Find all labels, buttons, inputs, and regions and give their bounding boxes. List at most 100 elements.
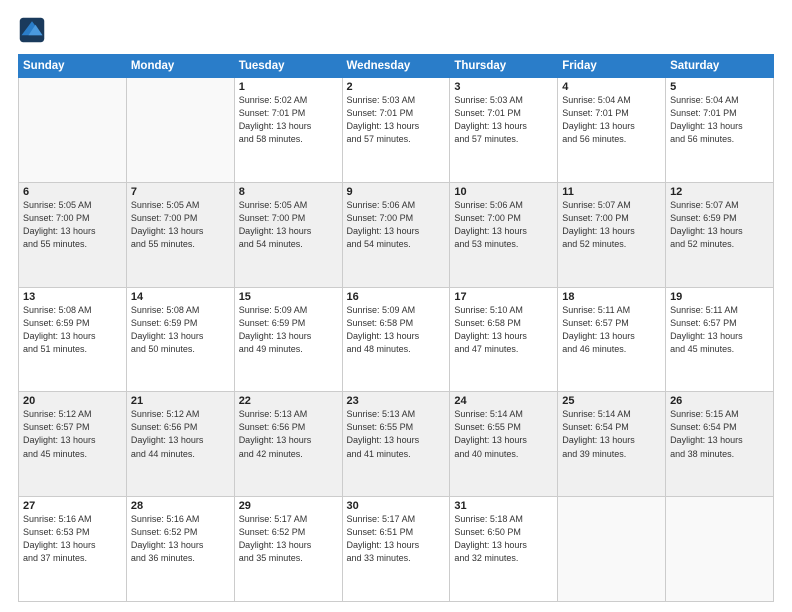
cell-info: Sunrise: 5:13 AM Sunset: 6:55 PM Dayligh… bbox=[347, 408, 446, 460]
cell-info: Sunrise: 5:08 AM Sunset: 6:59 PM Dayligh… bbox=[23, 304, 122, 356]
calendar-cell bbox=[558, 497, 666, 602]
cell-info: Sunrise: 5:17 AM Sunset: 6:51 PM Dayligh… bbox=[347, 513, 446, 565]
calendar-cell: 16Sunrise: 5:09 AM Sunset: 6:58 PM Dayli… bbox=[342, 287, 450, 392]
day-number: 11 bbox=[562, 186, 661, 198]
cell-info: Sunrise: 5:04 AM Sunset: 7:01 PM Dayligh… bbox=[562, 94, 661, 146]
day-number: 17 bbox=[454, 291, 553, 303]
day-number: 12 bbox=[670, 186, 769, 198]
day-number: 3 bbox=[454, 81, 553, 93]
cell-info: Sunrise: 5:05 AM Sunset: 7:00 PM Dayligh… bbox=[239, 199, 338, 251]
day-number: 7 bbox=[131, 186, 230, 198]
day-number: 22 bbox=[239, 395, 338, 407]
day-number: 16 bbox=[347, 291, 446, 303]
day-number: 18 bbox=[562, 291, 661, 303]
calendar-cell: 27Sunrise: 5:16 AM Sunset: 6:53 PM Dayli… bbox=[19, 497, 127, 602]
calendar-cell: 5Sunrise: 5:04 AM Sunset: 7:01 PM Daylig… bbox=[666, 78, 774, 183]
calendar-cell: 4Sunrise: 5:04 AM Sunset: 7:01 PM Daylig… bbox=[558, 78, 666, 183]
cell-info: Sunrise: 5:07 AM Sunset: 7:00 PM Dayligh… bbox=[562, 199, 661, 251]
cell-info: Sunrise: 5:16 AM Sunset: 6:53 PM Dayligh… bbox=[23, 513, 122, 565]
calendar-cell: 31Sunrise: 5:18 AM Sunset: 6:50 PM Dayli… bbox=[450, 497, 558, 602]
day-number: 13 bbox=[23, 291, 122, 303]
calendar-cell: 17Sunrise: 5:10 AM Sunset: 6:58 PM Dayli… bbox=[450, 287, 558, 392]
cell-info: Sunrise: 5:07 AM Sunset: 6:59 PM Dayligh… bbox=[670, 199, 769, 251]
cell-info: Sunrise: 5:02 AM Sunset: 7:01 PM Dayligh… bbox=[239, 94, 338, 146]
calendar-cell: 2Sunrise: 5:03 AM Sunset: 7:01 PM Daylig… bbox=[342, 78, 450, 183]
cell-info: Sunrise: 5:11 AM Sunset: 6:57 PM Dayligh… bbox=[670, 304, 769, 356]
cell-info: Sunrise: 5:04 AM Sunset: 7:01 PM Dayligh… bbox=[670, 94, 769, 146]
calendar-cell: 30Sunrise: 5:17 AM Sunset: 6:51 PM Dayli… bbox=[342, 497, 450, 602]
day-number: 26 bbox=[670, 395, 769, 407]
calendar-cell: 8Sunrise: 5:05 AM Sunset: 7:00 PM Daylig… bbox=[234, 182, 342, 287]
header bbox=[18, 16, 774, 44]
day-number: 5 bbox=[670, 81, 769, 93]
day-number: 4 bbox=[562, 81, 661, 93]
cell-info: Sunrise: 5:14 AM Sunset: 6:55 PM Dayligh… bbox=[454, 408, 553, 460]
calendar-cell: 24Sunrise: 5:14 AM Sunset: 6:55 PM Dayli… bbox=[450, 392, 558, 497]
day-number: 9 bbox=[347, 186, 446, 198]
day-number: 15 bbox=[239, 291, 338, 303]
cell-info: Sunrise: 5:09 AM Sunset: 6:58 PM Dayligh… bbox=[347, 304, 446, 356]
day-number: 14 bbox=[131, 291, 230, 303]
logo-icon bbox=[18, 16, 46, 44]
calendar-cell bbox=[126, 78, 234, 183]
day-header-saturday: Saturday bbox=[666, 55, 774, 78]
calendar-cell bbox=[666, 497, 774, 602]
cell-info: Sunrise: 5:05 AM Sunset: 7:00 PM Dayligh… bbox=[23, 199, 122, 251]
day-header-thursday: Thursday bbox=[450, 55, 558, 78]
calendar-cell: 7Sunrise: 5:05 AM Sunset: 7:00 PM Daylig… bbox=[126, 182, 234, 287]
day-number: 30 bbox=[347, 500, 446, 512]
calendar-cell bbox=[19, 78, 127, 183]
cell-info: Sunrise: 5:05 AM Sunset: 7:00 PM Dayligh… bbox=[131, 199, 230, 251]
calendar-cell: 22Sunrise: 5:13 AM Sunset: 6:56 PM Dayli… bbox=[234, 392, 342, 497]
calendar-cell: 12Sunrise: 5:07 AM Sunset: 6:59 PM Dayli… bbox=[666, 182, 774, 287]
day-number: 23 bbox=[347, 395, 446, 407]
cell-info: Sunrise: 5:06 AM Sunset: 7:00 PM Dayligh… bbox=[454, 199, 553, 251]
day-header-sunday: Sunday bbox=[19, 55, 127, 78]
calendar-cell: 3Sunrise: 5:03 AM Sunset: 7:01 PM Daylig… bbox=[450, 78, 558, 183]
cell-info: Sunrise: 5:14 AM Sunset: 6:54 PM Dayligh… bbox=[562, 408, 661, 460]
page: SundayMondayTuesdayWednesdayThursdayFrid… bbox=[0, 0, 792, 612]
day-number: 25 bbox=[562, 395, 661, 407]
calendar-cell: 29Sunrise: 5:17 AM Sunset: 6:52 PM Dayli… bbox=[234, 497, 342, 602]
calendar-table: SundayMondayTuesdayWednesdayThursdayFrid… bbox=[18, 54, 774, 602]
calendar-cell: 13Sunrise: 5:08 AM Sunset: 6:59 PM Dayli… bbox=[19, 287, 127, 392]
day-number: 8 bbox=[239, 186, 338, 198]
cell-info: Sunrise: 5:10 AM Sunset: 6:58 PM Dayligh… bbox=[454, 304, 553, 356]
day-header-monday: Monday bbox=[126, 55, 234, 78]
day-number: 27 bbox=[23, 500, 122, 512]
logo bbox=[18, 16, 50, 44]
calendar-cell: 15Sunrise: 5:09 AM Sunset: 6:59 PM Dayli… bbox=[234, 287, 342, 392]
day-number: 6 bbox=[23, 186, 122, 198]
day-number: 2 bbox=[347, 81, 446, 93]
calendar-cell: 25Sunrise: 5:14 AM Sunset: 6:54 PM Dayli… bbox=[558, 392, 666, 497]
cell-info: Sunrise: 5:12 AM Sunset: 6:57 PM Dayligh… bbox=[23, 408, 122, 460]
day-number: 21 bbox=[131, 395, 230, 407]
cell-info: Sunrise: 5:03 AM Sunset: 7:01 PM Dayligh… bbox=[454, 94, 553, 146]
cell-info: Sunrise: 5:17 AM Sunset: 6:52 PM Dayligh… bbox=[239, 513, 338, 565]
calendar-cell: 18Sunrise: 5:11 AM Sunset: 6:57 PM Dayli… bbox=[558, 287, 666, 392]
cell-info: Sunrise: 5:16 AM Sunset: 6:52 PM Dayligh… bbox=[131, 513, 230, 565]
cell-info: Sunrise: 5:08 AM Sunset: 6:59 PM Dayligh… bbox=[131, 304, 230, 356]
cell-info: Sunrise: 5:09 AM Sunset: 6:59 PM Dayligh… bbox=[239, 304, 338, 356]
calendar-cell: 10Sunrise: 5:06 AM Sunset: 7:00 PM Dayli… bbox=[450, 182, 558, 287]
cell-info: Sunrise: 5:03 AM Sunset: 7:01 PM Dayligh… bbox=[347, 94, 446, 146]
calendar-cell: 19Sunrise: 5:11 AM Sunset: 6:57 PM Dayli… bbox=[666, 287, 774, 392]
cell-info: Sunrise: 5:12 AM Sunset: 6:56 PM Dayligh… bbox=[131, 408, 230, 460]
day-number: 24 bbox=[454, 395, 553, 407]
day-number: 28 bbox=[131, 500, 230, 512]
day-number: 1 bbox=[239, 81, 338, 93]
calendar-cell: 20Sunrise: 5:12 AM Sunset: 6:57 PM Dayli… bbox=[19, 392, 127, 497]
day-number: 29 bbox=[239, 500, 338, 512]
day-number: 10 bbox=[454, 186, 553, 198]
cell-info: Sunrise: 5:18 AM Sunset: 6:50 PM Dayligh… bbox=[454, 513, 553, 565]
calendar-cell: 23Sunrise: 5:13 AM Sunset: 6:55 PM Dayli… bbox=[342, 392, 450, 497]
calendar-cell: 6Sunrise: 5:05 AM Sunset: 7:00 PM Daylig… bbox=[19, 182, 127, 287]
day-number: 31 bbox=[454, 500, 553, 512]
day-header-tuesday: Tuesday bbox=[234, 55, 342, 78]
calendar-cell: 21Sunrise: 5:12 AM Sunset: 6:56 PM Dayli… bbox=[126, 392, 234, 497]
calendar-cell: 9Sunrise: 5:06 AM Sunset: 7:00 PM Daylig… bbox=[342, 182, 450, 287]
calendar-cell: 11Sunrise: 5:07 AM Sunset: 7:00 PM Dayli… bbox=[558, 182, 666, 287]
calendar-cell: 28Sunrise: 5:16 AM Sunset: 6:52 PM Dayli… bbox=[126, 497, 234, 602]
day-number: 19 bbox=[670, 291, 769, 303]
calendar-cell: 26Sunrise: 5:15 AM Sunset: 6:54 PM Dayli… bbox=[666, 392, 774, 497]
